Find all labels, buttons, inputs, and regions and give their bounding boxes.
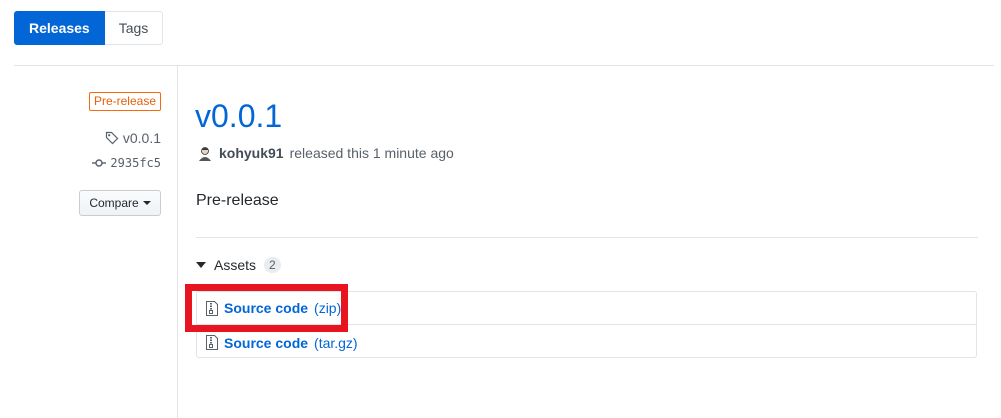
asset-zip-name[interactable]: Source code — [224, 300, 308, 316]
asset-zip-ext[interactable]: (zip) — [314, 300, 341, 316]
compare-button[interactable]: Compare — [79, 190, 161, 216]
assets-count: 2 — [264, 257, 281, 273]
release-body: Pre-release — [196, 192, 279, 209]
tag-icon — [105, 131, 119, 145]
column-divider — [177, 66, 178, 418]
tabs-nav: Releases Tags — [14, 11, 164, 45]
release-time: released this 1 minute ago — [289, 145, 454, 161]
asset-row-zip[interactable]: Source code (zip) — [197, 292, 976, 325]
file-zip-icon — [206, 335, 218, 350]
release-tag[interactable]: v0.0.1 — [105, 130, 161, 146]
releases-page: Releases Tags Pre-release v0.0.1 2935fc5… — [0, 0, 1001, 418]
author-name[interactable]: kohyuk91 — [219, 145, 284, 161]
assets-list: Source code (zip) Source code (tar.gz) — [196, 291, 977, 358]
avatar[interactable] — [197, 145, 213, 161]
commit-icon — [92, 159, 107, 167]
content-divider — [196, 237, 978, 238]
compare-button-label: Compare — [89, 196, 139, 210]
tab-releases[interactable]: Releases — [14, 11, 105, 45]
assets-toggle[interactable]: Assets 2 — [196, 257, 281, 273]
triangle-down-icon — [196, 262, 206, 268]
release-commit[interactable]: 2935fc5 — [92, 156, 161, 170]
release-author-line: kohyuk91 released this 1 minute ago — [197, 145, 454, 161]
chevron-down-icon — [142, 201, 151, 205]
prerelease-badge: Pre-release — [88, 92, 161, 111]
tab-tags[interactable]: Tags — [104, 11, 164, 45]
asset-row-targz[interactable]: Source code (tar.gz) — [197, 326, 976, 359]
top-divider — [14, 65, 994, 66]
release-tag-label: v0.0.1 — [122, 130, 161, 146]
release-commit-label: 2935fc5 — [110, 156, 161, 170]
release-title[interactable]: v0.0.1 — [195, 98, 282, 134]
file-zip-icon — [206, 300, 218, 316]
asset-targz-name[interactable]: Source code — [224, 335, 308, 351]
assets-label: Assets — [214, 257, 257, 273]
asset-targz-ext[interactable]: (tar.gz) — [314, 335, 358, 351]
